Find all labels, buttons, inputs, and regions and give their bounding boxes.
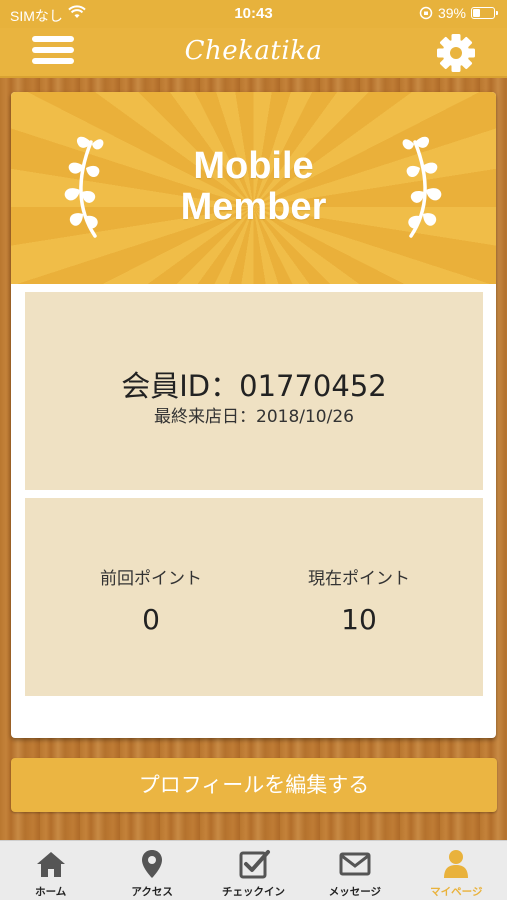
- app-title: Chekatika: [184, 36, 323, 66]
- tab-label: ホーム: [35, 886, 67, 898]
- member-banner: Mobile Member: [11, 92, 496, 284]
- user-icon: [444, 850, 469, 878]
- tab-access[interactable]: アクセス: [101, 841, 202, 900]
- points-panel: 前回ポイント 0 現在ポイント 10: [25, 498, 483, 696]
- tab-home[interactable]: ホーム: [0, 841, 101, 900]
- tab-label: チェックイン: [222, 886, 286, 898]
- tab-mypage[interactable]: マイページ: [406, 841, 507, 900]
- battery-icon: [471, 7, 498, 19]
- tab-label: メッセージ: [328, 886, 382, 898]
- previous-points-label: 前回ポイント: [100, 569, 202, 589]
- previous-points-value: 0: [142, 603, 160, 636]
- orientation-lock-icon: [419, 6, 433, 20]
- nav-bar: Chekatika: [0, 28, 507, 78]
- tab-message[interactable]: メッセージ: [304, 841, 405, 900]
- member-id: 会員ID：01770452: [121, 369, 387, 403]
- laurel-right-icon: [402, 136, 442, 238]
- tab-label: マイページ: [430, 886, 483, 898]
- battery-percent: 39%: [437, 5, 466, 21]
- tab-label: アクセス: [131, 886, 173, 898]
- map-pin-icon: [142, 850, 163, 878]
- member-card: Mobile Member 会員ID：01770452 最終来店日：2018/1…: [11, 92, 496, 738]
- current-points: 現在ポイント 10: [269, 564, 449, 636]
- home-icon: [36, 852, 65, 877]
- battery-fill: [473, 9, 481, 17]
- last-visit-date: 最終来店日：2018/10/26: [154, 407, 354, 427]
- previous-points: 前回ポイント 0: [61, 564, 241, 636]
- tab-bar: ホーム アクセス チェックイン メッセージ マイページ: [0, 840, 507, 900]
- edit-profile-button[interactable]: プロフィールを編集する: [11, 758, 497, 812]
- status-bar: SIMなし 10:43 39%: [0, 0, 507, 28]
- gear-icon[interactable]: [435, 32, 477, 74]
- checkin-icon: [239, 850, 270, 879]
- mail-icon: [339, 852, 371, 876]
- current-points-value: 10: [341, 603, 377, 636]
- member-info-panel: 会員ID：01770452 最終来店日：2018/10/26: [25, 292, 483, 490]
- current-points-label: 現在ポイント: [308, 569, 410, 589]
- tab-checkin[interactable]: チェックイン: [203, 841, 304, 900]
